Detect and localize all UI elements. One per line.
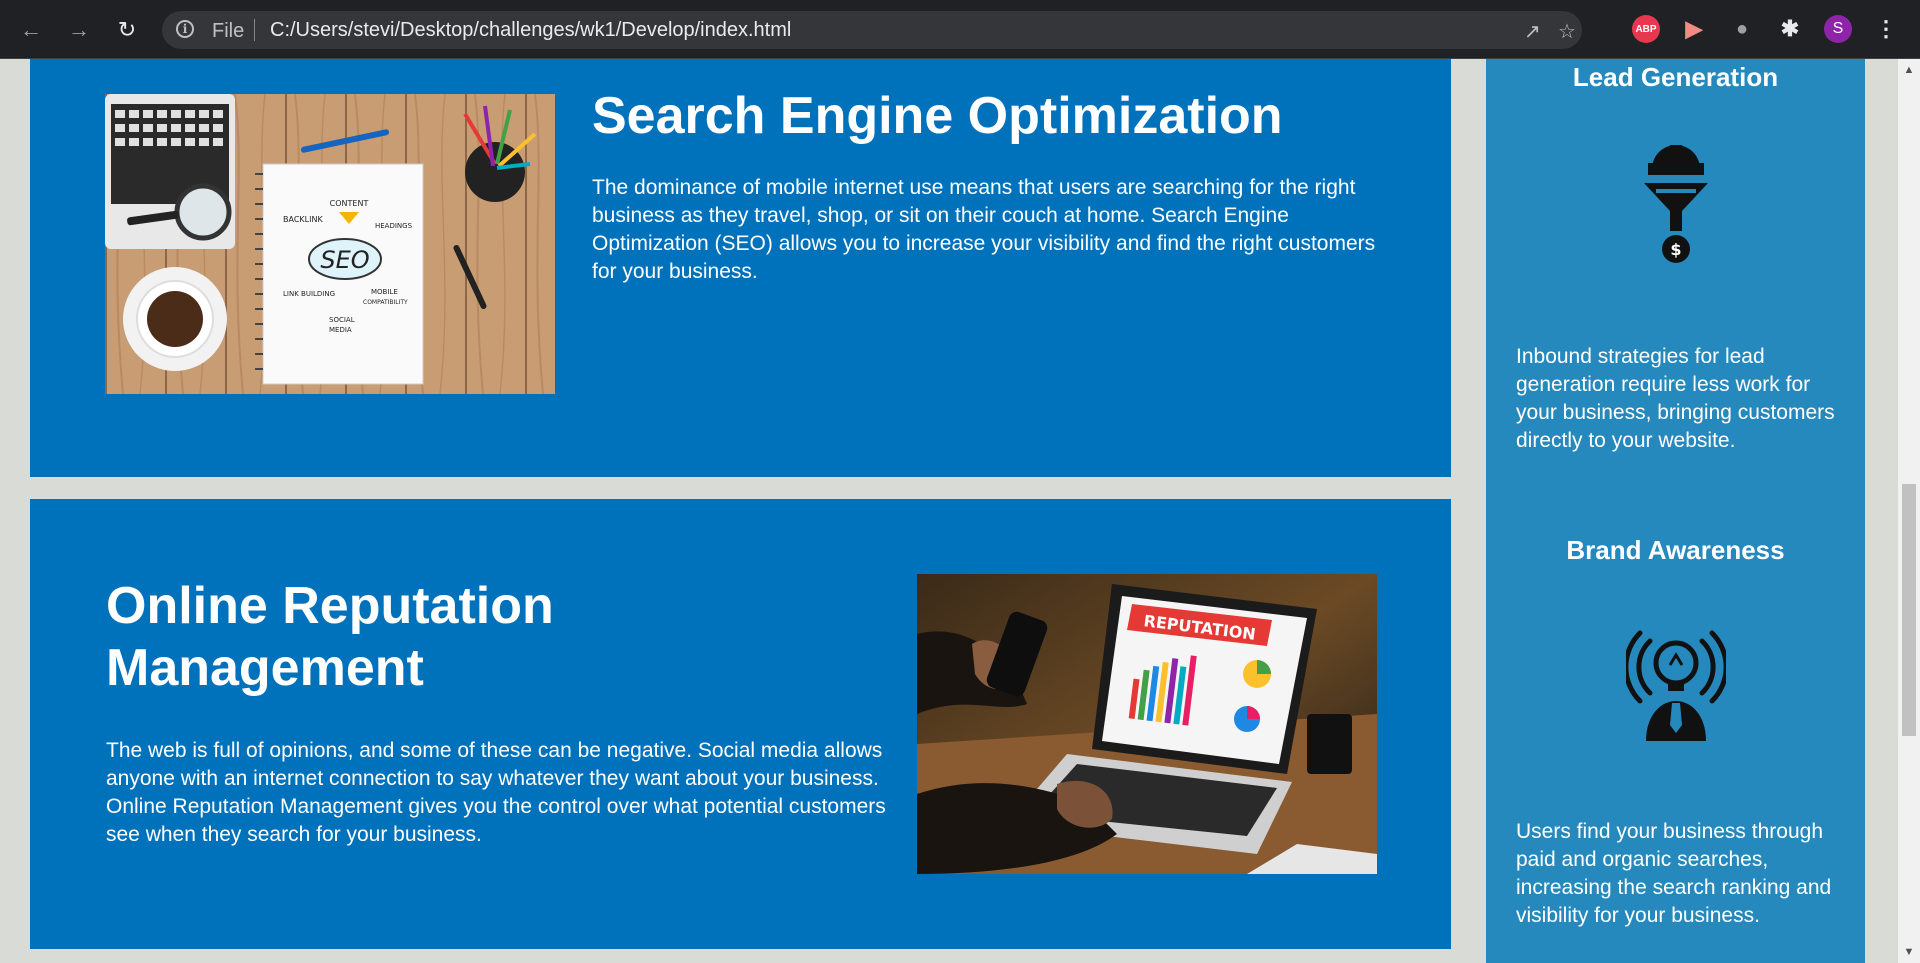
seo-image-word-backlink: BACKLINK: [283, 215, 323, 224]
site-info-icon[interactable]: i: [176, 20, 194, 38]
orm-heading: Online Reputation Management: [106, 577, 554, 697]
seo-image-word-seo: SEO: [320, 246, 369, 274]
seo-image-word-headings: HEADINGS: [375, 222, 413, 230]
back-button[interactable]: ←: [14, 13, 48, 47]
extensions-puzzle-icon[interactable]: ✱: [1776, 15, 1804, 43]
seo-image-word-linkbuilding: LINK BUILDING: [283, 290, 335, 298]
forward-arrow-icon: →: [68, 17, 90, 42]
brand-awareness-icon: [1623, 625, 1729, 745]
orm-paragraph: The web is full of opinions, and some of…: [106, 739, 886, 846]
reload-button[interactable]: ↻: [110, 13, 144, 47]
browser-toolbar: ← → ↻ i File C:/Users/stevi/Desktop/chal…: [0, 0, 1920, 59]
bookmark-star-icon[interactable]: ☆: [1558, 19, 1576, 44]
address-bar[interactable]: i File C:/Users/stevi/Desktop/challenges…: [162, 11, 1582, 49]
seo-heading: Search Engine Optimization: [592, 87, 1283, 145]
reputation-illustration: REPUTATION: [917, 574, 1377, 874]
brand-awareness-text: Users find your business through paid an…: [1516, 820, 1832, 927]
profile-avatar[interactable]: S: [1824, 15, 1852, 43]
seo-illustration: SEO CONTENT BACKLINK HEADINGS LINK BUILD…: [105, 94, 555, 394]
scroll-down-arrow-icon[interactable]: ▼: [1898, 943, 1920, 961]
file-scheme-label: File: [212, 20, 245, 42]
brand-awareness-heading: Brand Awareness: [1566, 535, 1785, 565]
lead-generation-heading: Lead Generation: [1572, 62, 1779, 92]
seo-paragraph: The dominance of mobile internet use mea…: [592, 176, 1376, 283]
seo-image-word-content: CONTENT: [330, 199, 369, 208]
address-separator: [254, 19, 255, 41]
back-arrow-icon: ←: [20, 17, 42, 42]
online-reputation-section: Online Reputation Management The web is …: [30, 499, 1451, 949]
seo-image-word-media: MEDIA: [329, 326, 352, 334]
reload-icon: ↻: [117, 17, 137, 42]
seo-image: SEO CONTENT BACKLINK HEADINGS LINK BUILD…: [105, 94, 555, 394]
lead-generation-icon: $: [1626, 143, 1726, 265]
profile-initial: S: [1832, 20, 1844, 37]
seo-image-word-mobile: MOBILE: [371, 288, 398, 296]
scroll-up-arrow-icon[interactable]: ▲: [1898, 61, 1920, 79]
page-scrollbar[interactable]: ▲ ▼: [1898, 59, 1920, 963]
seo-image-word-compat: COMPATIBILITY: [363, 299, 408, 306]
seo-image-word-social: SOCIAL: [329, 316, 355, 324]
extension-pin-icon[interactable]: ●: [1728, 15, 1756, 43]
screen-recorder-extension-icon[interactable]: ▶: [1680, 15, 1708, 43]
url-text[interactable]: C:/Users/stevi/Desktop/challenges/wk1/De…: [270, 19, 791, 42]
adblock-label: ABP: [1635, 23, 1657, 35]
scrollbar-thumb[interactable]: [1902, 484, 1916, 736]
page-viewport: SEO CONTENT BACKLINK HEADINGS LINK BUILD…: [0, 59, 1898, 963]
seo-section: SEO CONTENT BACKLINK HEADINGS LINK BUILD…: [30, 59, 1451, 477]
adblock-extension-icon[interactable]: ABP: [1632, 15, 1660, 43]
browser-menu-icon[interactable]: ⋮: [1872, 15, 1900, 43]
benefits-sidebar: Lead Generation $ Inbound strategies for…: [1486, 59, 1865, 963]
lead-generation-text: Inbound strategies for lead generation r…: [1516, 345, 1835, 452]
share-icon[interactable]: ↗: [1524, 19, 1541, 44]
forward-button[interactable]: →: [62, 13, 96, 47]
reputation-image: REPUTATION: [917, 574, 1377, 874]
svg-text:$: $: [1670, 240, 1681, 259]
